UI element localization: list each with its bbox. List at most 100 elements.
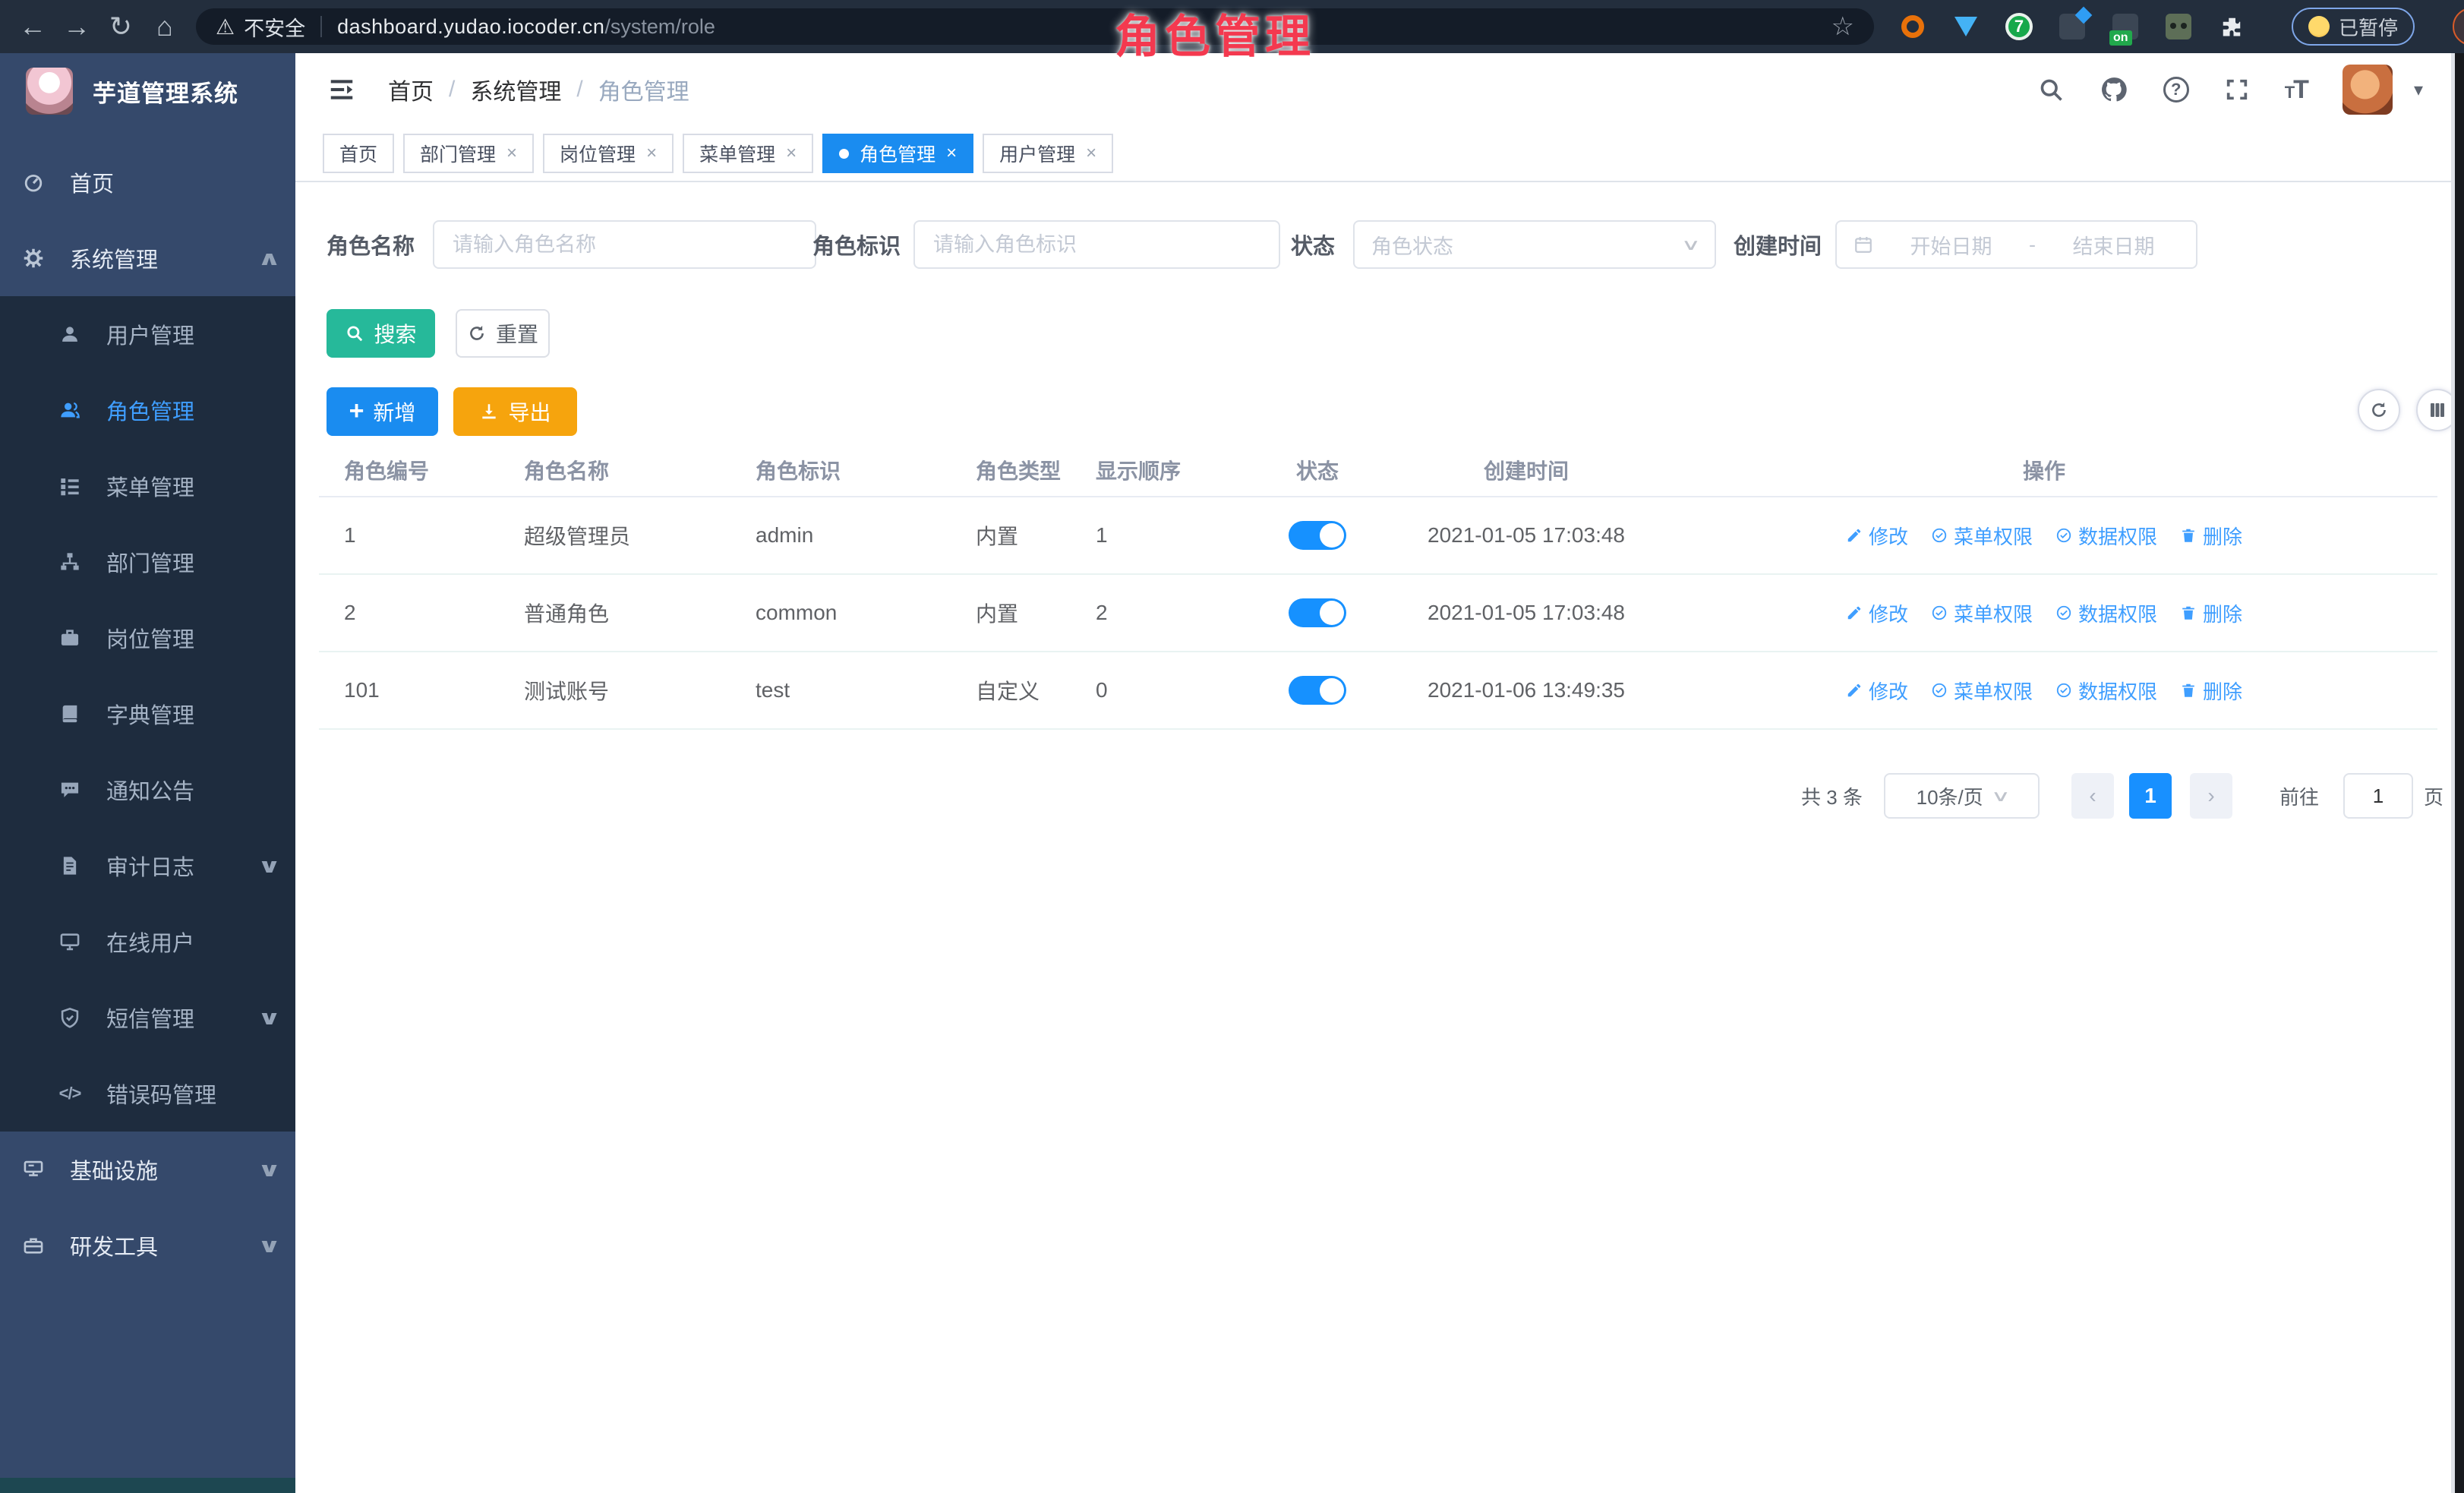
page-number-button[interactable]: 1: [2129, 773, 2172, 819]
browser-reload-icon[interactable]: ↻: [99, 0, 143, 53]
sidebar-item-home[interactable]: 首页: [0, 144, 295, 220]
logo-avatar: [26, 68, 73, 115]
delete-action[interactable]: 删除: [2180, 677, 2242, 705]
chevron-down-icon[interactable]: ∨: [257, 1158, 282, 1182]
data-permission-action[interactable]: 数据权限: [2055, 522, 2157, 550]
tags-view: 首页 部门管理 × 岗位管理 × 菜单管理 × 角色管理 ×: [295, 126, 2455, 182]
refresh-button[interactable]: [2358, 389, 2400, 431]
extension-icon-badge[interactable]: [2056, 11, 2088, 43]
close-icon[interactable]: ×: [946, 143, 957, 164]
breadcrumb-separator: /: [576, 77, 582, 103]
role-name-input[interactable]: [433, 220, 816, 269]
close-icon[interactable]: ×: [506, 143, 517, 164]
not-secure-warning-icon: ⚠: [216, 14, 235, 39]
tab-users[interactable]: 用户管理 ×: [983, 134, 1113, 173]
page-size-select[interactable]: 10条/页 ∨: [1884, 773, 2040, 819]
menu-permission-action[interactable]: 菜单权限: [1931, 677, 2033, 705]
status-select[interactable]: 角色状态 ∨: [1353, 220, 1716, 269]
avatar-caret-icon[interactable]: ▾: [2414, 79, 2423, 101]
briefcase-icon: [56, 627, 84, 649]
data-permission-action[interactable]: 数据权限: [2055, 677, 2157, 705]
menu-permission-action[interactable]: 菜单权限: [1931, 522, 2033, 550]
extensions-row: 7 on 已暂停 更新 ⋮: [1897, 8, 2464, 46]
sidebar-item-dev-tools[interactable]: 研发工具 ∨: [0, 1207, 295, 1283]
extensions-puzzle-icon[interactable]: [2216, 11, 2248, 43]
font-size-icon[interactable]: TT: [2285, 75, 2308, 105]
sidebar-item-system[interactable]: 系统管理 ∧: [0, 220, 295, 296]
reset-button[interactable]: 重置: [456, 309, 550, 358]
profile-paused-chip[interactable]: 已暂停: [2292, 8, 2415, 46]
extension-icon-orange[interactable]: [1897, 11, 1929, 43]
sidebar-menu: 首页 系统管理 ∧ 用户管理 角色管理: [0, 144, 295, 1283]
sidebar-item-dictionary[interactable]: 字典管理: [0, 676, 295, 752]
delete-action[interactable]: 删除: [2180, 599, 2242, 627]
url-host: dashboard.yudao.iocoder.cn: [337, 15, 604, 39]
role-key-input[interactable]: [913, 220, 1280, 269]
tree-list-icon: [56, 475, 84, 497]
status-toggle[interactable]: [1289, 598, 1346, 627]
search-button[interactable]: 搜索: [327, 309, 435, 358]
tab-departments[interactable]: 部门管理 ×: [403, 134, 534, 173]
end-date-placeholder[interactable]: 结束日期: [2048, 230, 2179, 260]
chevron-up-icon[interactable]: ∧: [257, 247, 282, 270]
pagination-total: 共 3 条: [1801, 773, 1863, 819]
extension-icon-monkey[interactable]: [2163, 11, 2194, 43]
sidebar-item-infrastructure[interactable]: 基础设施 ∨: [0, 1132, 295, 1207]
breadcrumb-home[interactable]: 首页: [388, 73, 434, 106]
sidebar-item-departments[interactable]: 部门管理: [0, 524, 295, 600]
tab-posts[interactable]: 岗位管理 ×: [543, 134, 674, 173]
close-icon[interactable]: ×: [786, 143, 797, 164]
browser-home-icon[interactable]: ⌂: [143, 0, 187, 53]
sidebar-collapse-icon[interactable]: [327, 75, 356, 104]
goto-page-input[interactable]: [2343, 773, 2413, 819]
create-time-range-picker[interactable]: 开始日期 - 结束日期: [1835, 220, 2197, 269]
edit-action[interactable]: 修改: [1846, 599, 1908, 627]
sidebar-item-notices[interactable]: 通知公告: [0, 752, 295, 828]
sidebar-item-error-codes[interactable]: </> 错误码管理: [0, 1056, 295, 1132]
export-button[interactable]: 导出: [453, 387, 577, 436]
help-icon[interactable]: ?: [2163, 77, 2189, 103]
chevron-down-icon[interactable]: ∨: [257, 1006, 282, 1030]
breadcrumb-system[interactable]: 系统管理: [470, 73, 561, 106]
prev-page-button[interactable]: ‹: [2071, 773, 2114, 819]
next-page-button[interactable]: ›: [2190, 773, 2232, 819]
extension-icon-gem[interactable]: [1950, 11, 1982, 43]
chevron-down-icon[interactable]: ∨: [257, 1234, 282, 1258]
browser-back-icon[interactable]: ←: [11, 0, 55, 53]
extension-icon-green-circle[interactable]: 7: [2003, 11, 2035, 43]
chevron-down-icon[interactable]: ∨: [257, 854, 282, 878]
delete-action[interactable]: 删除: [2180, 522, 2242, 550]
sidebar-item-roles[interactable]: 角色管理: [0, 372, 295, 448]
github-icon[interactable]: [2100, 75, 2128, 104]
toolbox-icon: [20, 1235, 47, 1256]
sidebar-item-menus[interactable]: 菜单管理: [0, 448, 295, 524]
tab-menus[interactable]: 菜单管理 ×: [683, 134, 813, 173]
tab-roles[interactable]: 角色管理 ×: [822, 134, 973, 173]
close-icon[interactable]: ×: [1086, 143, 1096, 164]
address-bar[interactable]: ⚠ 不安全 dashboard.yudao.iocoder.cn /system…: [196, 8, 1874, 45]
close-icon[interactable]: ×: [646, 143, 657, 164]
browser-forward-icon[interactable]: →: [55, 0, 99, 53]
extension-icon-on-switch[interactable]: on: [2109, 11, 2141, 43]
edit-action[interactable]: 修改: [1846, 677, 1908, 705]
fullscreen-icon[interactable]: [2224, 77, 2250, 103]
edit-action[interactable]: 修改: [1846, 522, 1908, 550]
add-button[interactable]: + 新增: [327, 387, 438, 436]
status-toggle[interactable]: [1289, 521, 1346, 550]
sidebar-item-sms[interactable]: 短信管理 ∨: [0, 980, 295, 1056]
sidebar-item-users[interactable]: 用户管理: [0, 296, 295, 372]
menu-permission-action[interactable]: 菜单权限: [1931, 599, 2033, 627]
chrome-update-button[interactable]: 更新 ⋮: [2453, 8, 2464, 46]
tab-home[interactable]: 首页: [323, 134, 394, 173]
bookmark-star-icon[interactable]: ☆: [1831, 11, 1854, 42]
search-icon[interactable]: [2037, 76, 2065, 103]
table-row: 101 测试账号 test 自定义 0 2021-01-06 13:49:35 …: [319, 652, 2437, 730]
sidebar-item-audit-log[interactable]: 审计日志 ∨: [0, 828, 295, 904]
status-toggle[interactable]: [1289, 676, 1346, 705]
sidebar-item-posts[interactable]: 岗位管理: [0, 600, 295, 676]
sidebar-item-online-users[interactable]: 在线用户: [0, 904, 295, 980]
data-permission-action[interactable]: 数据权限: [2055, 599, 2157, 627]
goto-label: 前往: [2279, 773, 2319, 819]
start-date-placeholder[interactable]: 开始日期: [1885, 230, 2017, 260]
user-avatar[interactable]: [2343, 65, 2393, 115]
